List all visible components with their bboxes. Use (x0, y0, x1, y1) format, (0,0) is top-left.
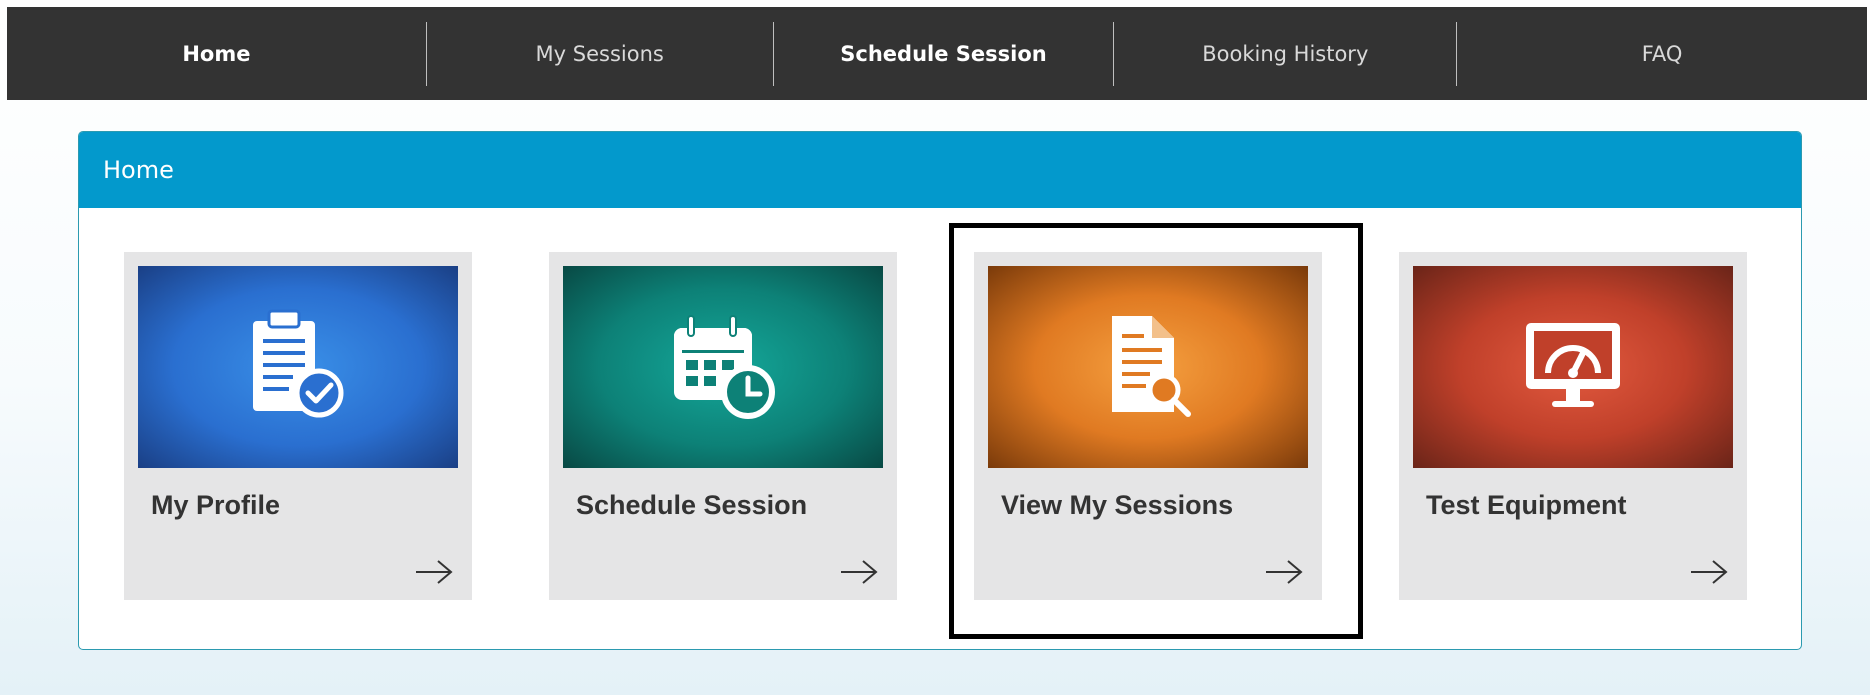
card-my-profile[interactable]: My Profile (124, 252, 472, 600)
card-title: Test Equipment (1426, 490, 1627, 520)
card-image (988, 266, 1308, 468)
calendar-clock-icon (674, 315, 775, 419)
card-image (563, 266, 883, 468)
card-title: View My Sessions (1001, 490, 1234, 520)
card-title: Schedule Session (576, 490, 808, 520)
nav-my-sessions[interactable]: My Sessions (427, 21, 773, 86)
arrow-right-icon[interactable] (414, 558, 454, 586)
card-title: My Profile (151, 490, 281, 520)
arrow-right-icon[interactable] (1689, 558, 1729, 586)
arrow-right-icon[interactable] (1264, 558, 1304, 586)
card-view-my-sessions[interactable]: View My Sessions (974, 252, 1322, 600)
clipboard-check-icon (253, 309, 344, 418)
card-test-equipment[interactable]: Test Equipment (1399, 252, 1747, 600)
card-image (138, 266, 458, 468)
nav-home[interactable]: Home (7, 21, 426, 86)
nav-booking-history[interactable]: Booking History (1114, 21, 1456, 86)
panel-title: Home (79, 132, 1801, 208)
nav-schedule-session[interactable]: Schedule Session (774, 21, 1114, 86)
nav-faq[interactable]: FAQ (1457, 21, 1867, 86)
card-schedule-session[interactable]: Schedule Session (549, 252, 897, 600)
card-image (1413, 266, 1733, 468)
arrow-right-icon[interactable] (839, 558, 879, 586)
monitor-gauge-icon (1526, 323, 1620, 407)
document-search-icon (1112, 316, 1191, 417)
top-navigation: Home My Sessions Schedule Session Bookin… (7, 7, 1867, 100)
